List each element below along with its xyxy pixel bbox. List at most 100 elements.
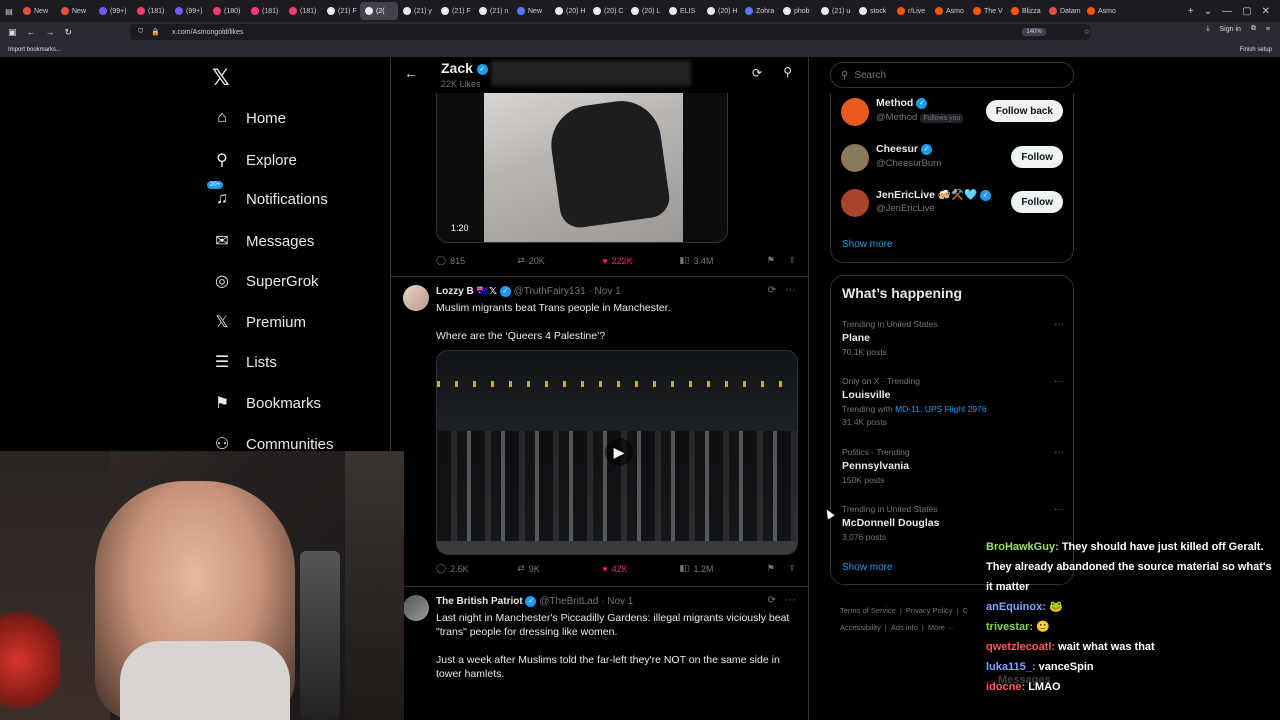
tweet-date[interactable]: · Nov 1 (601, 596, 633, 607)
url-bar[interactable]: ⛉ 🔒 x.com/Asmongold/likes 140% ☆ (130, 24, 1090, 40)
views-button[interactable]: ▮▯ 3.4M (680, 255, 767, 266)
browser-tab[interactable]: (21) u (816, 2, 854, 20)
trend-with-links[interactable]: MD-11, UPS Flight 2976 (895, 404, 987, 414)
tweet-handle[interactable]: @TruthFairy131 (514, 286, 586, 297)
show-more-link[interactable]: Show more (842, 562, 893, 573)
browser-tab[interactable]: (20) H (550, 2, 588, 20)
extensions-icon[interactable]: ⧉ (1251, 25, 1256, 33)
browser-tab[interactable]: (99+) (170, 2, 208, 20)
menu-icon[interactable]: ≡ (1266, 26, 1270, 33)
more-icon[interactable]: ··· (1054, 504, 1064, 515)
nav-item-messages[interactable]: ✉ Messages (212, 231, 314, 251)
tweet-video[interactable]: ▶ (436, 350, 798, 555)
more-icon[interactable]: ··· (785, 594, 796, 606)
nav-item-lists[interactable]: ☰ Lists (212, 352, 277, 372)
browser-tab[interactable]: New (56, 2, 94, 20)
zoom-level[interactable]: 140% (1022, 28, 1046, 36)
more-icon[interactable]: ··· (1054, 319, 1064, 330)
follow-name[interactable]: JenEricLive 🍻⚒️🩵 ✓ (876, 188, 992, 201)
avatar[interactable] (403, 285, 429, 311)
search-input[interactable]: ⚲ Search (830, 62, 1074, 88)
trend-item[interactable]: Politics · Trending Pennsylvania 150K post… (842, 447, 1064, 485)
browser-tab[interactable]: (180) (208, 2, 246, 20)
more-icon[interactable]: ··· (785, 284, 796, 296)
browser-tab[interactable]: Asmo (1082, 2, 1120, 20)
follow-button[interactable]: Follow back (985, 100, 1063, 122)
browser-tab[interactable]: (21) y (398, 2, 436, 20)
minimize-icon[interactable]: — (1222, 6, 1232, 17)
browser-tab[interactable]: (20) C (588, 2, 626, 20)
search-icon[interactable]: ⚲ (783, 65, 792, 79)
back-arrow-icon[interactable]: ← (404, 65, 418, 81)
star-icon[interactable]: ☆ (1084, 28, 1090, 36)
reply-button[interactable]: ◯ 815 (436, 255, 517, 266)
close-icon[interactable]: ✕ (1262, 6, 1270, 17)
browser-tab[interactable]: (20) L (626, 2, 664, 20)
like-button[interactable]: ♥ 222K (602, 255, 679, 266)
nav-item-bookmarks[interactable]: ⚑ Bookmarks (212, 393, 321, 413)
browser-tab[interactable]: (20) H (702, 2, 740, 20)
trend-item[interactable]: Trending in United States Plane 70.1K post… (842, 319, 1064, 357)
tweet-author[interactable]: The British Patriot (436, 596, 523, 607)
browser-tab[interactable]: (99+) (94, 2, 132, 20)
tab-sidebar-icon[interactable]: ▤ (0, 7, 18, 16)
download-icon[interactable]: ⤓ (1206, 25, 1209, 33)
back-icon[interactable]: ← (27, 27, 36, 37)
grok-icon[interactable]: ⟳ (752, 66, 762, 80)
more-icon[interactable]: ··· (1054, 376, 1064, 387)
browser-tab[interactable]: stock (854, 2, 892, 20)
more-icon[interactable]: ··· (1054, 447, 1064, 458)
browser-tab[interactable]: New (512, 2, 550, 20)
bookmark-button[interactable]: ⚑ (767, 563, 789, 574)
browser-tab[interactable]: The V (968, 2, 1006, 20)
nav-item-home[interactable]: ⌂ Home (212, 109, 286, 127)
grok-icon[interactable]: ⟳ (768, 285, 776, 296)
nav-item-notifications[interactable]: 20+ ♫ Notifications (207, 181, 328, 208)
trend-item[interactable]: Only on X · Trending Louisville Trending w… (842, 376, 1064, 427)
repost-button[interactable]: ⇄ 9K (517, 563, 602, 574)
browser-tab[interactable]: Blizza (1006, 2, 1044, 20)
browser-tab[interactable]: (2( (360, 2, 398, 20)
grok-icon[interactable]: ⟳ (768, 595, 776, 606)
sidebar-toggle-icon[interactable]: ▣ (8, 27, 17, 38)
tweet-handle[interactable]: @TheBritLad (539, 596, 598, 607)
play-icon[interactable]: ▶ (605, 438, 633, 466)
share-button[interactable]: ⇪ (788, 563, 796, 574)
maximize-icon[interactable]: ▢ (1242, 6, 1251, 17)
browser-tab[interactable]: (181) (132, 2, 170, 20)
browser-tab[interactable]: (21) n (474, 2, 512, 20)
tweet-date[interactable]: · Nov 1 (588, 286, 620, 297)
footer-link[interactable]: C (962, 606, 967, 615)
browser-tab[interactable]: ELIS (664, 2, 702, 20)
follow-name[interactable]: Cheesur ✓ (876, 143, 932, 155)
browser-tab[interactable]: New (18, 2, 56, 20)
import-bookmarks-link[interactable]: Import bookmarks... (8, 47, 61, 53)
avatar[interactable] (841, 189, 869, 217)
browser-tab[interactable]: (181) (284, 2, 322, 20)
follow-suggestion[interactable]: JenEricLive 🍻⚒️🩵 ✓ @JenEricLive Follow (841, 187, 1063, 221)
tab-list-icon[interactable]: ⌄ (1204, 6, 1212, 17)
avatar[interactable] (841, 144, 869, 172)
avatar[interactable] (403, 595, 429, 621)
sign-in-button[interactable]: Sign in (1220, 26, 1241, 33)
browser-tab[interactable]: (21) F (322, 2, 360, 20)
reply-button[interactable]: ◯ 2.6K (436, 563, 517, 574)
follow-button[interactable]: Follow (1011, 191, 1063, 213)
bookmark-button[interactable]: ⚑ (767, 255, 789, 266)
browser-tab[interactable]: (181) (246, 2, 284, 20)
new-tab-icon[interactable]: + (1188, 6, 1194, 17)
views-button[interactable]: ▮▯ 1.2M (680, 563, 767, 574)
x-logo-icon[interactable]: 𝕏 (212, 65, 230, 91)
footer-link[interactable]: Accessibility (840, 623, 881, 632)
follow-suggestion[interactable]: Method ✓ @Method Follows you Follow back (841, 96, 1063, 130)
tweet-author[interactable]: Lozzy B 🇦🇺𝕏 (436, 286, 497, 297)
repost-button[interactable]: ⇄ 20K (517, 255, 602, 266)
browser-tab[interactable]: Asmo (930, 2, 968, 20)
share-button[interactable]: ⇪ (788, 255, 796, 266)
browser-tab[interactable]: Zohra (740, 2, 778, 20)
footer-link[interactable]: Privacy Policy (906, 606, 953, 615)
browser-tab[interactable]: r/Live (892, 2, 930, 20)
like-button[interactable]: ♥ 42K (602, 563, 679, 574)
show-more-link[interactable]: Show more (842, 239, 893, 250)
footer-link[interactable]: More ··· (928, 623, 955, 632)
